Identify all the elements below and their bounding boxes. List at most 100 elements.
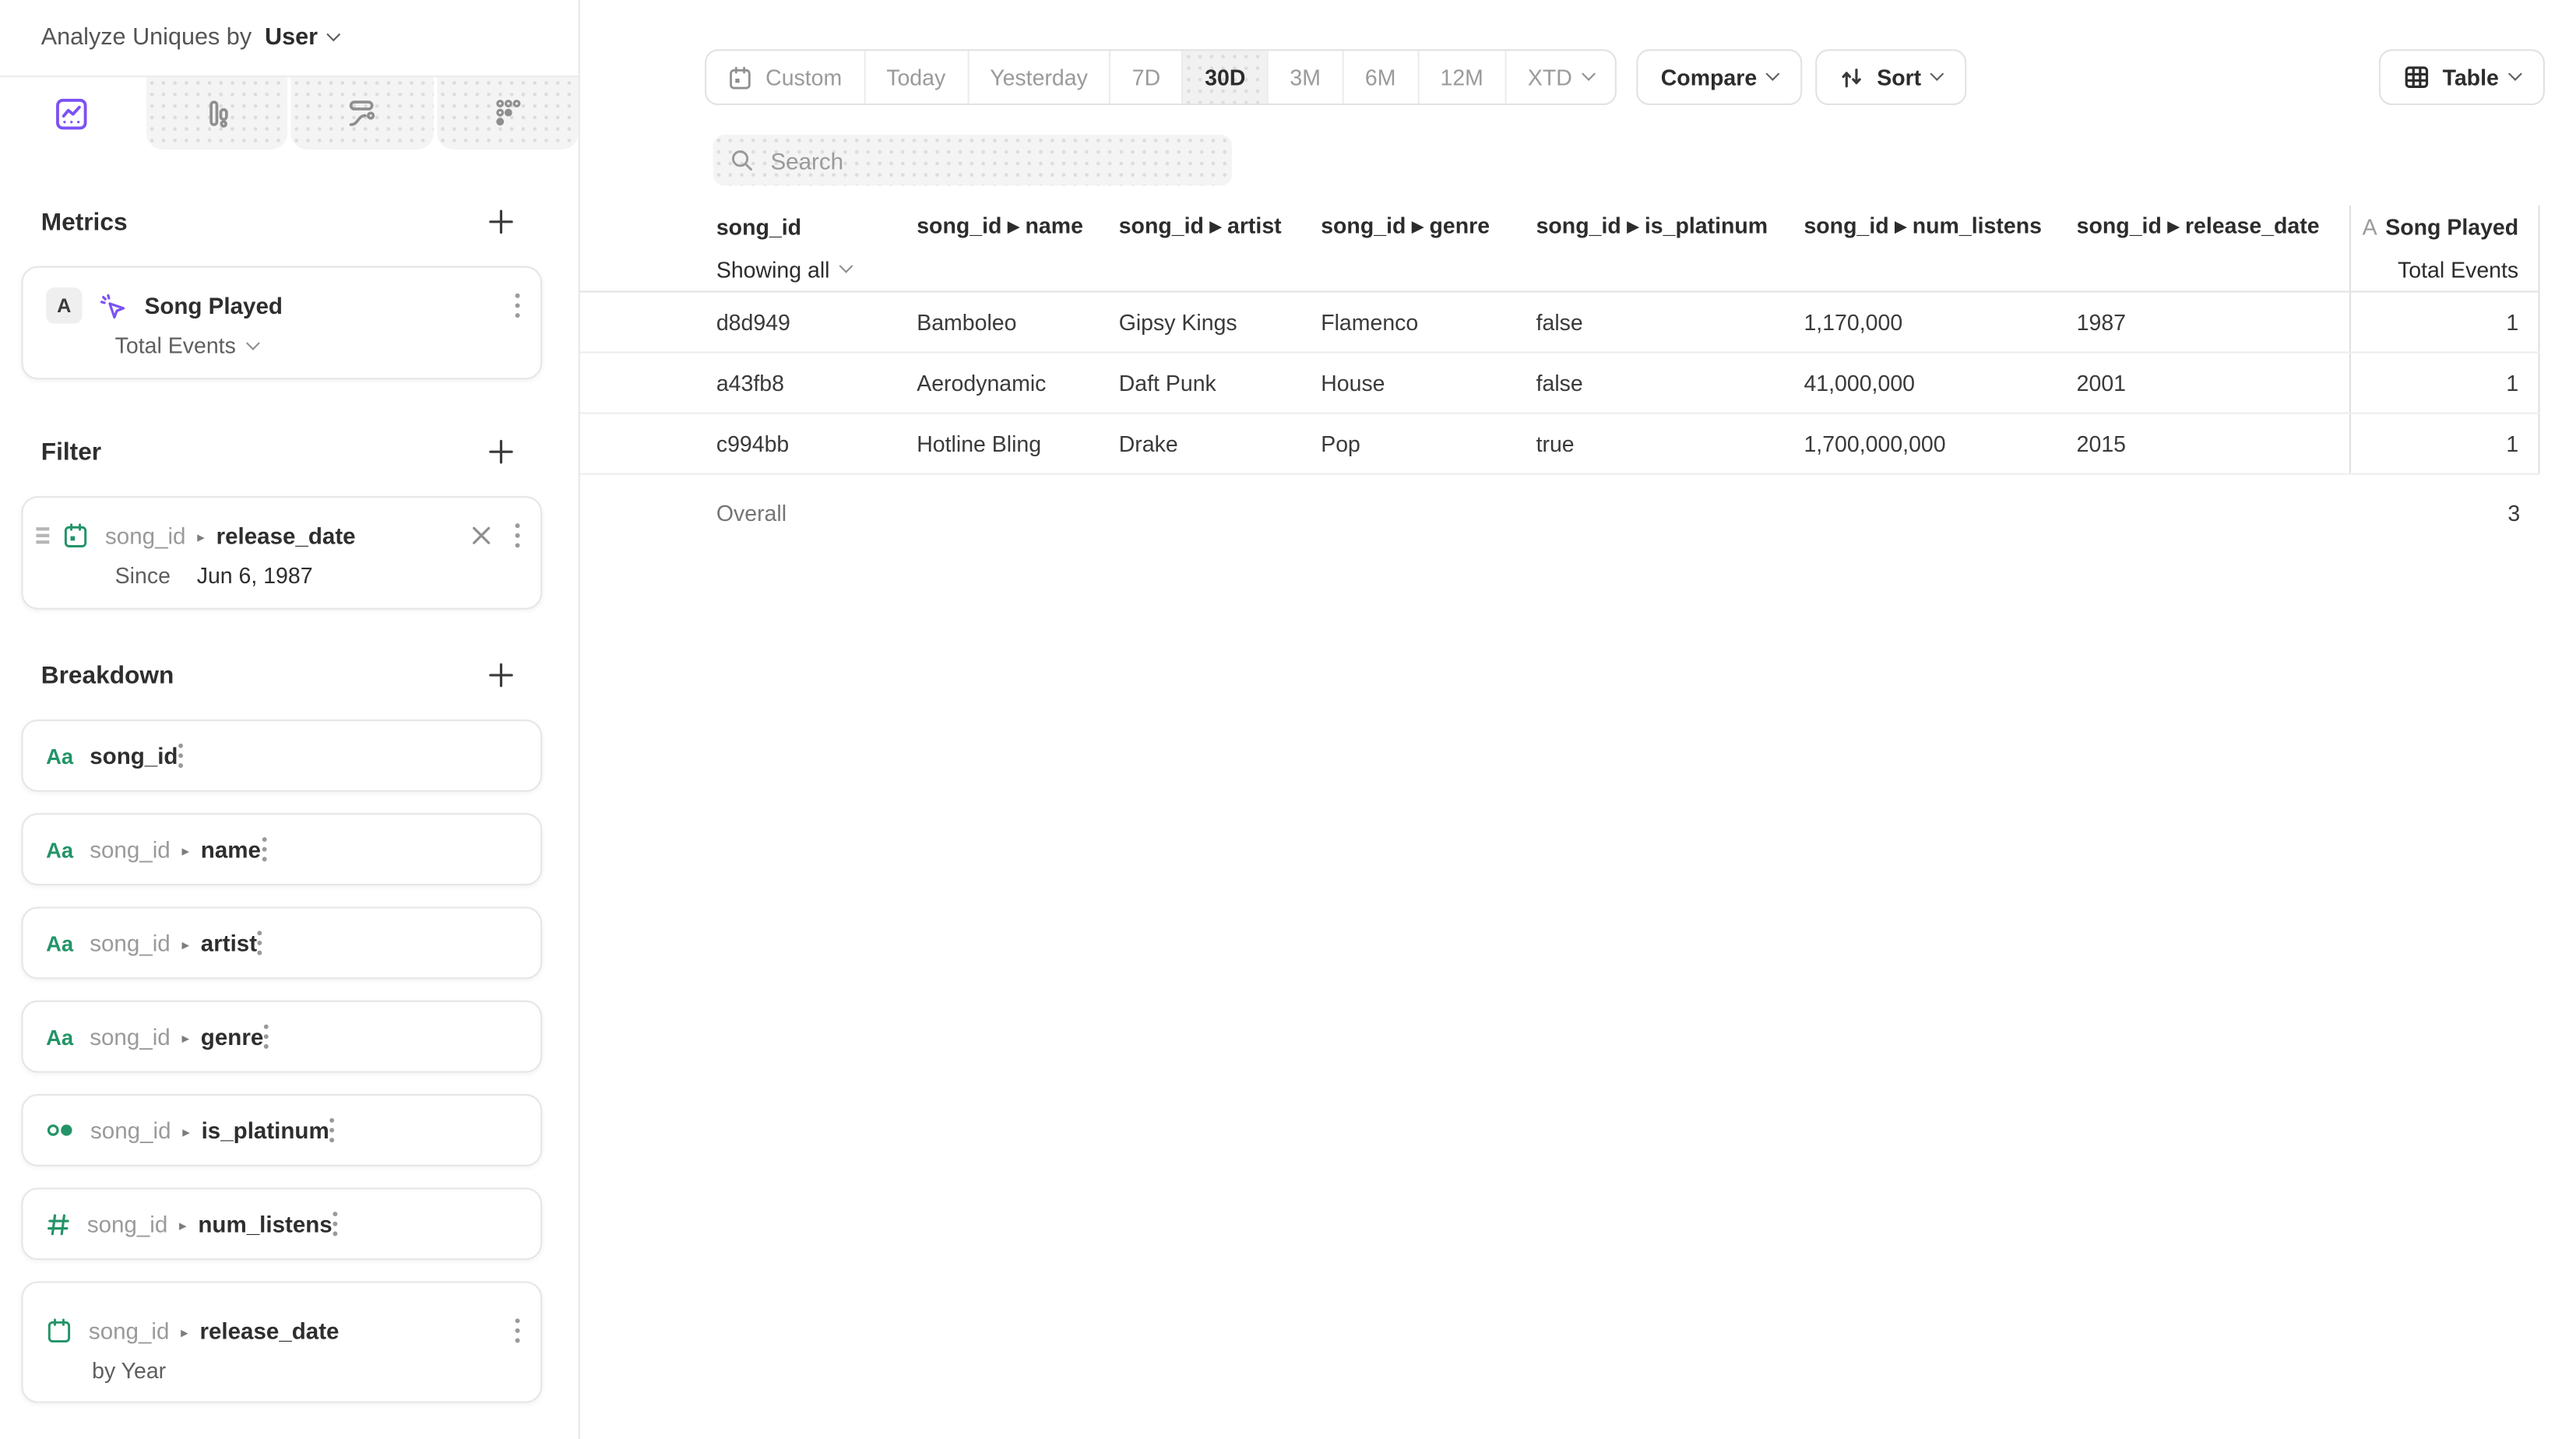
breakdown-bucket[interactable]: by Year [92,1358,166,1383]
search-input[interactable] [767,146,1216,175]
entity-picker-dropdown[interactable]: User [265,25,339,51]
filter-kebab-menu[interactable] [514,522,520,549]
cell-is-platinum: false [1536,371,1804,396]
breakdown-kebab-menu[interactable] [257,930,263,956]
sort-button[interactable]: Sort [1816,49,1967,105]
showing-all-dropdown[interactable]: Showing all [716,257,917,282]
kebab-icon [257,930,263,956]
kebab-icon [333,1211,339,1237]
breakdown-kebab-menu[interactable] [514,1317,520,1343]
query-builder-sidebar: Analyze Uniques by User [0,0,580,1439]
date-range-custom[interactable]: Custom [706,51,864,104]
compare-label: Compare [1661,65,1757,90]
column-header-is-platinum[interactable]: song_id ▸ is_platinum [1536,213,1804,240]
cell-release-date: 2001 [2077,371,2349,396]
aggregation-dropdown[interactable]: Total Events [115,333,258,358]
breakdown-card-genre[interactable]: song_id genre [21,1001,542,1073]
metric-series-letter: A [2363,214,2377,239]
chevron-down-icon [327,27,341,41]
date-range-label: 12M [1440,65,1483,90]
date-range-today[interactable]: Today [864,51,967,104]
breakdown-card-num-listens[interactable]: song_id num_listens [21,1187,542,1260]
date-range-xtd[interactable]: XTD [1504,51,1614,104]
cell-is-platinum: false [1536,310,1804,335]
property-prefix: song_id [90,836,201,863]
entity-value: User [265,25,318,51]
metric-kebab-menu[interactable] [514,293,520,319]
report-type-tabs [0,76,579,150]
table-row[interactable]: c994bb Hotline Bling Drake Pop true 1,70… [580,414,2540,475]
cell-genre: House [1321,371,1536,396]
plus-icon [488,209,515,235]
cell-name: Hotline Bling [917,431,1118,456]
cell-name: Aerodynamic [917,371,1118,396]
breakdown-card-artist[interactable]: song_id artist [21,907,542,980]
kebab-icon [178,743,184,769]
add-breakdown-button[interactable] [488,662,515,688]
filter-operator[interactable]: Since [115,564,171,589]
remove-filter-button[interactable] [471,526,491,545]
kebab-icon [514,522,520,549]
metric-subtitle: Total Events [2349,248,2540,291]
sort-arrows-icon [1841,65,1864,90]
metric-column-header[interactable]: A Song Played [2349,206,2540,248]
table-search[interactable] [713,135,1233,185]
column-header-artist[interactable]: song_id ▸ artist [1119,213,1321,240]
event-click-icon [97,290,128,321]
aggregation-value: Total Events [115,333,236,358]
metric-event-name: Song Played [145,293,283,319]
column-header-release-date[interactable]: song_id ▸ release_date [2077,213,2349,240]
breakdown-kebab-menu[interactable] [329,1117,336,1144]
report-main: Custom Today Yesterday 7D 30D 3M 6M 12M … [580,0,2576,1439]
date-range-label: 6M [1365,65,1396,90]
breakdown-kebab-menu[interactable] [261,836,267,863]
date-range-yesterday[interactable]: Yesterday [967,51,1110,104]
breakdown-kebab-menu[interactable] [178,743,184,769]
tab-flows[interactable] [290,77,432,150]
date-range-6m[interactable]: 6M [1342,51,1417,104]
breakdown-card-name[interactable]: song_id name [21,813,542,885]
chevron-down-icon [2508,67,2522,81]
cell-release-date: 2015 [2077,431,2349,456]
metrics-heading: Metrics [41,208,128,236]
table-row[interactable]: a43fb8 Aerodynamic Daft Punk House false… [580,354,2540,414]
overall-row: Overall 3 [580,475,2540,551]
date-range-30d[interactable]: 30D [1182,51,1267,104]
column-header-name[interactable]: song_id ▸ name [917,213,1118,240]
metric-title: Song Played [2385,214,2518,239]
filter-card[interactable]: song_id release_date Since Jun 6, 1987 [21,496,542,610]
cell-is-platinum: true [1536,431,1804,456]
cell-metric-value: 1 [2349,354,2540,413]
view-type-button[interactable]: Table [2378,49,2545,105]
showing-all-label: Showing all [716,257,830,282]
date-range-label: Today [886,65,945,90]
column-header-song-id[interactable]: song_id [716,214,917,239]
date-range-12m[interactable]: 12M [1417,51,1504,104]
metrics-section-header: Metrics [0,199,579,245]
overall-label: Overall [716,500,917,525]
drag-handle-icon[interactable] [36,528,49,543]
tab-funnels[interactable] [146,77,287,150]
add-filter-button[interactable] [488,438,515,465]
tab-retention[interactable] [436,77,578,150]
column-header-num-listens[interactable]: song_id ▸ num_listens [1804,213,2076,240]
breakdown-kebab-menu[interactable] [333,1211,339,1237]
tab-insights[interactable] [0,77,142,150]
metric-card[interactable]: A Song Played Total Events [21,266,542,380]
text-type-icon [46,1024,73,1049]
column-header-genre[interactable]: song_id ▸ genre [1321,213,1536,240]
date-range-7d[interactable]: 7D [1109,51,1181,104]
breakdown-card-song-id[interactable]: song_id [21,720,542,792]
breakdown-card-release-date[interactable]: song_id release_date by Year [21,1282,542,1403]
table-row[interactable]: d8d949 Bamboleo Gipsy Kings Flamenco fal… [580,293,2540,354]
filter-value[interactable]: Jun 6, 1987 [197,564,313,589]
view-type-label: Table [2443,65,2499,90]
plus-icon [488,438,515,465]
breakdown-kebab-menu[interactable] [263,1023,269,1050]
add-metric-button[interactable] [488,209,515,235]
breakdown-card-is-platinum[interactable]: song_id is_platinum [21,1094,542,1166]
series-badge: A [46,287,82,323]
property-name: is_platinum [202,1117,329,1144]
date-range-3m[interactable]: 3M [1267,51,1343,104]
compare-button[interactable]: Compare [1636,49,1803,105]
